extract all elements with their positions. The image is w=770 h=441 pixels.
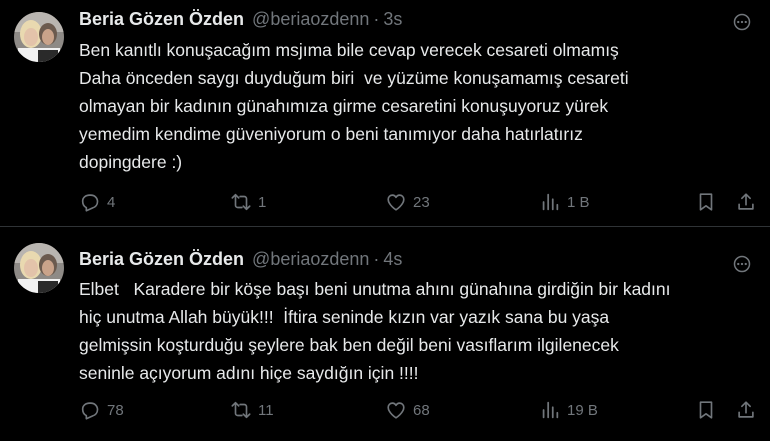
view-count: 1 B (567, 193, 590, 211)
tweet-text-line: dopingdere :) (79, 152, 183, 172)
tweet-text-line: hiç unutma Allah büyük!!! İftira seninde… (79, 307, 610, 327)
author-handle[interactable]: @beriaozdenn (252, 249, 369, 270)
bookmark-icon (699, 401, 713, 419)
author-name[interactable]: Beria Gözen Özden (79, 249, 244, 270)
tweet-header: Beria Gözen Özden @beriaozdenn · 3s (79, 9, 402, 33)
heart-icon (387, 402, 405, 419)
share-button[interactable] (735, 397, 757, 423)
reply-count: 4 (107, 193, 116, 211)
bookmark-button[interactable] (695, 189, 717, 215)
bookmark-button[interactable] (695, 397, 717, 423)
like-button[interactable]: 68 (385, 397, 430, 423)
tweet-header: Beria Gözen Özden @beriaozdenn · 4s (79, 249, 402, 273)
repost-button[interactable]: 1 (230, 189, 266, 215)
heart-icon (387, 194, 405, 211)
tweet-actions: 4 1 23 1 B (79, 189, 770, 215)
views-button[interactable]: 1 B (539, 189, 590, 215)
reply-button[interactable]: 4 (79, 189, 115, 215)
more-button[interactable] (730, 10, 754, 34)
more-icon (733, 13, 751, 31)
timestamp[interactable]: 4s (383, 249, 402, 270)
tweet-actions: 78 11 68 19 B (79, 397, 770, 423)
views-button[interactable]: 19 B (539, 397, 598, 423)
view-count: 19 B (567, 401, 598, 419)
views-icon (542, 401, 559, 419)
tweet-text: Elbet Karadere bir köşe başı beni unutma… (79, 275, 759, 387)
timestamp[interactable]: 3s (383, 9, 402, 30)
repost-icon (231, 401, 251, 419)
share-icon (738, 401, 754, 418)
tweet-text-line: olmayan bir kadının günahımıza girme ces… (79, 96, 609, 116)
share-button[interactable] (735, 189, 757, 215)
tweet-text-line: yemedim kendime güveniyorum o beni tanım… (79, 124, 583, 144)
repost-icon (231, 193, 251, 211)
separator-dot: · (373, 9, 380, 29)
author-handle[interactable]: @beriaozdenn (252, 9, 369, 30)
separator-dot: · (373, 249, 380, 269)
like-button[interactable]: 23 (385, 189, 430, 215)
more-icon (733, 255, 751, 273)
tweet-text-line: Ben kanıtlı konuşacağım msjıma bile ceva… (79, 40, 619, 60)
share-icon (738, 193, 754, 210)
tweet-text-line: Elbet Karadere bir köşe başı beni unutma… (79, 279, 671, 299)
repost-count: 1 (258, 193, 267, 211)
tweet-text-line: Daha önceden saygı duyduğum biri ve yüzü… (79, 68, 629, 88)
like-count: 68 (413, 401, 430, 419)
repost-button[interactable]: 11 (230, 397, 274, 423)
tweet-text-line: gelmişsin koşturduğu şeylere bak ben değ… (79, 335, 619, 355)
tweet-text-line: seninle açıyorum adını hiçe saydığın içi… (79, 363, 419, 383)
reply-count: 78 (107, 401, 124, 419)
views-icon (542, 193, 559, 211)
more-button[interactable] (730, 252, 754, 276)
avatar[interactable] (14, 12, 64, 62)
reply-icon (81, 402, 99, 420)
tweet[interactable]: Beria Gözen Özden @beriaozdenn · 3s Ben … (0, 0, 770, 227)
repost-count: 11 (258, 401, 274, 419)
tweet-text: Ben kanıtlı konuşacağım msjıma bile ceva… (79, 36, 759, 176)
tweet[interactable]: Beria Gözen Özden @beriaozdenn · 4s Elbe… (0, 227, 770, 441)
like-count: 23 (413, 193, 430, 211)
bookmark-icon (699, 193, 713, 211)
timeline-feed: Beria Gözen Özden @beriaozdenn · 3s Ben … (0, 0, 770, 441)
avatar[interactable] (14, 243, 64, 293)
reply-icon (81, 194, 99, 212)
reply-button[interactable]: 78 (79, 397, 124, 423)
author-name[interactable]: Beria Gözen Özden (79, 9, 244, 30)
